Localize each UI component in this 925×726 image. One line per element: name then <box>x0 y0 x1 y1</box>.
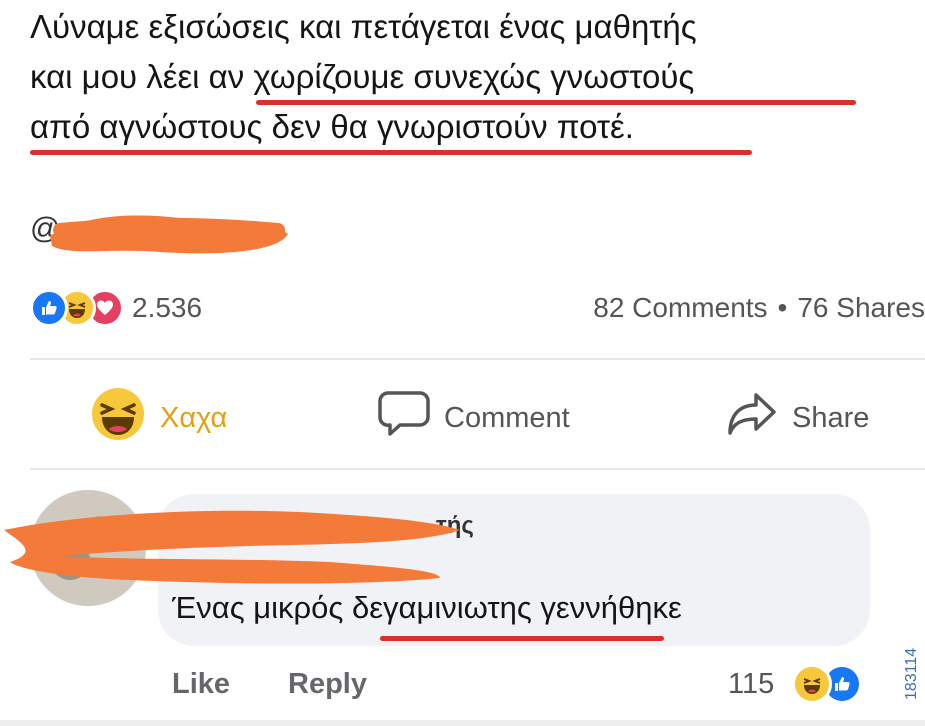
post-text-line-3: από αγνώστους δεν θα γνωριστούν ποτέ. <box>30 108 634 145</box>
stats-separator: • <box>777 292 788 323</box>
red-underline <box>256 100 856 105</box>
red-underline <box>380 636 664 641</box>
share-label: Share <box>792 401 870 434</box>
comment-reaction-count[interactable]: 115 <box>728 668 774 701</box>
redaction-scribble <box>50 215 288 254</box>
haha-icon <box>90 386 146 450</box>
haha-reaction-button[interactable]: Χαχα <box>90 380 227 456</box>
post-text-line-1: Λύναμε εξισώσεις και πετάγεται ένας μαθη… <box>30 8 697 45</box>
red-underline <box>30 150 752 155</box>
comments-count-link[interactable]: 82 Comments <box>593 292 767 324</box>
haha-icon <box>792 664 832 704</box>
comment-reply-button[interactable]: Reply <box>288 668 367 701</box>
haha-reaction-label: Χαχα <box>160 401 228 434</box>
post-text-line-2: και μου λέει αν χωρίζουμε συνεχώς γνωστο… <box>30 58 695 95</box>
comment-like-button[interactable]: Like <box>172 668 230 701</box>
comment-icon <box>378 389 430 447</box>
like-icon <box>30 289 68 327</box>
post-stats: 82 Comments • 76 Shares <box>593 288 925 328</box>
comment-button[interactable]: Comment <box>378 380 570 456</box>
reaction-count: 2.536 <box>132 292 203 323</box>
share-button[interactable]: Share <box>726 380 869 456</box>
divider <box>0 720 925 726</box>
comment-text: Ένας μικρός δεγαμινιωτης γεννήθηκε <box>172 590 682 625</box>
divider <box>30 468 925 470</box>
comment-label: Comment <box>444 401 570 434</box>
divider <box>30 358 925 360</box>
share-icon <box>726 389 778 447</box>
reaction-summary[interactable]: 2.536 <box>30 288 202 328</box>
shares-count-link[interactable]: 76 Shares <box>797 292 925 324</box>
redaction-scribble <box>4 510 460 584</box>
watermark-id: 183114 <box>903 647 920 700</box>
post-action-bar: Χαχα Comment Share <box>0 380 925 456</box>
comment-reaction-icons[interactable] <box>792 664 862 704</box>
comment-action-bar: Like Reply 115 <box>0 664 925 708</box>
post-text: Λύναμε εξισώσεις και πετάγεται ένας μαθη… <box>30 2 910 152</box>
